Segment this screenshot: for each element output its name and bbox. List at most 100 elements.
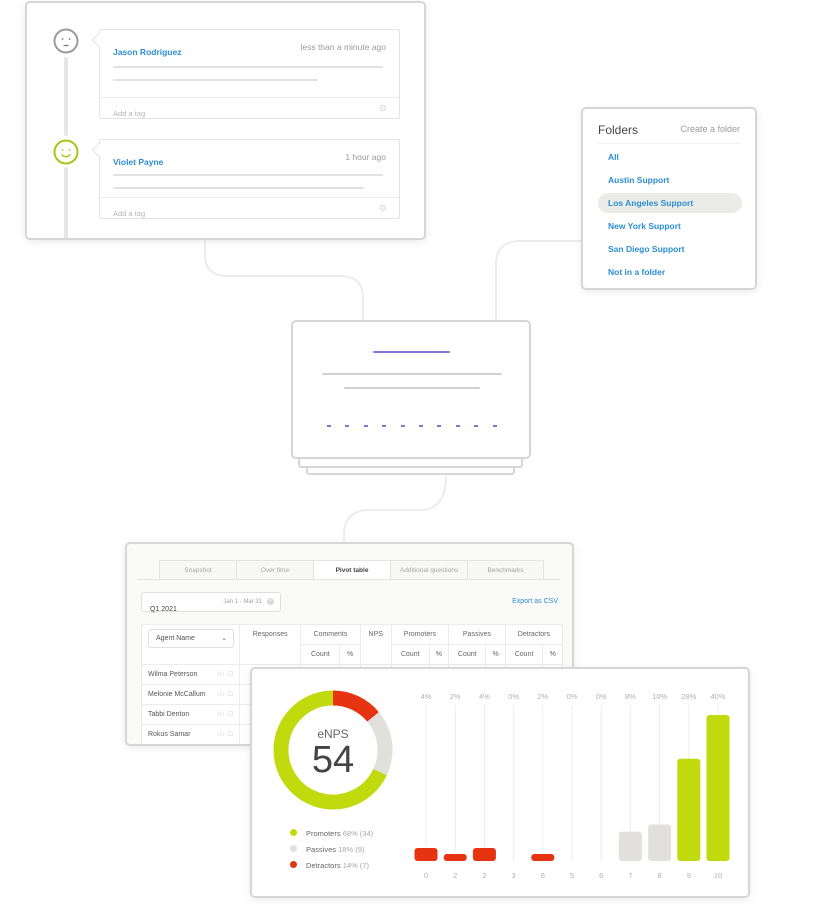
bar-value-label: 4% [421,692,432,701]
chart-icon[interactable]: ılı ☐ [217,711,234,718]
survey-scale-dot [474,425,479,427]
export-csv-link[interactable]: Export as CSV [512,598,558,605]
bar-score-9[interactable] [677,758,701,861]
survey-scale-dot [492,425,497,427]
add-tag-input[interactable]: Add a tag [113,209,145,218]
bar-score-7[interactable] [618,831,642,861]
responses-feed-card: Jason Rodriguez less than a minute ago A… [25,1,426,240]
survey-scale-dot [400,425,405,427]
chart-icon[interactable]: ılı ☐ [217,691,234,698]
subheader-count: Count [448,644,487,665]
passives-dot [290,845,297,852]
column-header: Comments [300,624,361,645]
legend-detail: 18% (9) [338,845,365,854]
legend-detail: 68% (34) [342,829,374,838]
column-header: NPS [359,624,392,665]
legend-label: Detractors [306,861,341,870]
smiley-face-icon [53,139,79,165]
folder-item-austin[interactable]: Austin Support [598,170,742,190]
connector-folders-to-mock [495,240,582,320]
bar-category-label: 9 [687,871,691,880]
bar-value-label: 8% [625,692,636,701]
bar-score-8[interactable] [648,824,672,862]
response-item[interactable]: Violet Payne 1 hour ago Add a tag ⚙ [99,139,400,219]
bar-score-2[interactable] [443,854,467,861]
folders-panel: Folders Create a folder All Austin Suppo… [581,107,757,290]
bar-value-label: 0% [508,692,519,701]
tab-pivot-table[interactable]: Pivot table [313,560,390,580]
create-folder-link[interactable]: Create a folder [680,124,740,134]
donut-slice-detractors [332,690,379,722]
promoters-dot [290,829,297,836]
tab-benchmarks[interactable]: Benchmarks [467,560,544,580]
tab-additional-questions[interactable]: Additional questions [390,560,467,580]
gear-icon[interactable]: ⚙ [379,203,387,214]
bar-category-label: 0 [424,871,428,880]
group-by-select[interactable]: Agent Name ⌄ [148,629,234,648]
bar-category-label: 8 [658,871,662,880]
bar-value-label: 0% [596,692,607,701]
chevron-down-icon: ⌄ [221,635,227,642]
add-tag-input[interactable]: Add a tag [113,109,145,118]
bar-value-label: 40% [710,692,725,701]
bar-value-label: 28% [681,692,696,701]
survey-preview-card [291,320,531,459]
enps-legend: Promoters 68% (34) Passives 18% (9) Detr… [290,829,373,877]
folder-item-los-angeles[interactable]: Los Angeles Support [598,193,742,213]
timeline-line [64,167,68,238]
comment-placeholder-line [113,187,364,189]
comment-placeholder-line [113,66,383,68]
legend-item-promoters: Promoters 68% (34) [290,829,373,845]
bar-category-label: 2 [482,871,486,880]
folder-item-all[interactable]: All [598,147,742,167]
column-header: Passives [448,624,506,645]
bar-category-label: 10 [714,871,722,880]
bar-category-label: 7 [628,871,632,880]
clear-icon[interactable]: × [267,598,274,605]
folder-item-san-diego[interactable]: San Diego Support [598,239,742,259]
score-distribution-chart: 4% 0 2% 2 4% 2 0% 3 2% 6 0% 5 0% 6 8% 7 10% 8 28% 9 40% 10 [414,692,730,880]
group-by-value: Agent Name [156,635,195,642]
bar-score-6[interactable] [531,854,555,861]
respondent-name[interactable]: Violet Payne [113,157,163,167]
tab-snapshot[interactable]: Snapshot [159,560,236,580]
bar-value-label: 4% [479,692,490,701]
connector-responses-to-mock [204,240,364,320]
subheader-count: Count [390,644,430,665]
agent-name[interactable]: Wilma Peterson [148,671,197,678]
response-item[interactable]: Jason Rodriguez less than a minute ago A… [99,29,400,119]
bar-score-0[interactable] [414,848,438,861]
bar-category-label: 3 [512,871,516,880]
tab-over-time[interactable]: Over time [236,560,313,580]
folder-item-not-in-folder[interactable]: Not in a folder [598,262,742,282]
chart-icon[interactable]: ılı ☐ [217,731,234,738]
response-time: less than a minute ago [300,42,386,52]
subheader-pct: % [428,644,450,665]
connector-mock-to-report [343,475,447,542]
agent-name[interactable]: Rokus Samar [148,731,190,738]
survey-scale-dot [455,425,460,427]
subheader-pct: % [339,644,361,665]
bar-score-2[interactable] [472,848,496,861]
survey-scale-dot [419,425,423,427]
survey-scale-dot [363,425,368,427]
bar-value-label: 10% [652,692,667,701]
folder-item-new-york[interactable]: New York Support [598,216,742,236]
response-time: 1 hour ago [345,152,386,162]
bar-category-label: 2 [453,871,457,880]
date-period: Q1 2021 [150,606,177,613]
legend-item-passives: Passives 18% (9) [290,845,373,861]
subheader-pct: % [485,644,506,665]
chart-icon[interactable]: ılı ☐ [217,671,234,678]
legend-label: Passives [306,845,337,854]
legend-label: Promoters [306,829,341,838]
date-filter[interactable]: Q1 2021 Jan 1 - Mar 31 × [141,592,281,613]
respondent-name[interactable]: Jason Rodriguez [113,47,181,57]
legend-item-detractors: Detractors 14% (7) [290,861,373,877]
agent-name[interactable]: Melonie McCallum [148,691,206,698]
gear-icon[interactable]: ⚙ [379,103,387,114]
agent-name[interactable]: Tabbi Denton [148,711,189,718]
column-header: Detractors [504,624,564,645]
survey-text-line [344,387,480,389]
bar-score-10[interactable] [706,715,730,861]
